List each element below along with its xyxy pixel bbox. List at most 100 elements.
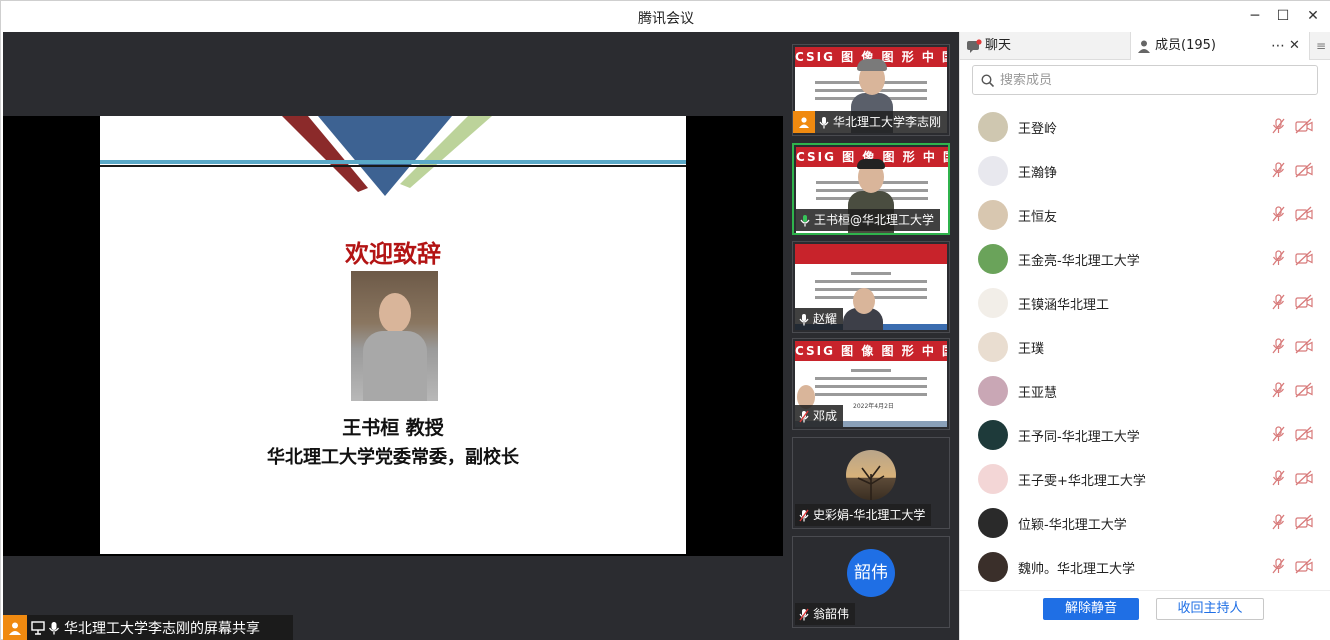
mic-muted-icon[interactable] xyxy=(1272,250,1286,266)
member-row[interactable]: 位颖-华北理工大学 xyxy=(972,501,1322,545)
member-row[interactable]: 魏帅。华北理工大学 xyxy=(972,545,1322,589)
avatar xyxy=(978,200,1008,230)
mic-muted-icon[interactable] xyxy=(1272,338,1286,354)
member-search[interactable] xyxy=(972,65,1318,95)
more-options-icon[interactable]: ⋯ xyxy=(1271,32,1285,60)
camera-off-icon[interactable] xyxy=(1295,250,1313,266)
video-tile[interactable]: CSIG 图 像 图 形 中 国 行 2022年4月2日 邓成 xyxy=(792,338,950,430)
member-name: 王恒友 xyxy=(1018,209,1058,225)
shared-screen: 欢迎致辞 王书桓 教授 华北理工大学党委常委，副校长 xyxy=(3,116,783,556)
member-row[interactable]: 王镆涵华北理工 xyxy=(972,281,1322,325)
maximize-button[interactable]: ☐ xyxy=(1271,6,1295,26)
close-button[interactable]: ✕ xyxy=(1301,6,1325,26)
member-row[interactable]: 王子雯+华北理工大学 xyxy=(972,457,1322,501)
chat-icon xyxy=(967,39,982,53)
camera-off-icon[interactable] xyxy=(1295,338,1313,354)
user-icon xyxy=(793,111,815,133)
video-tile[interactable]: 赵耀 xyxy=(792,241,950,333)
camera-off-icon[interactable] xyxy=(1295,514,1313,530)
mic-muted-icon[interactable] xyxy=(1272,162,1286,178)
close-tab-icon[interactable]: ✕ xyxy=(1289,32,1300,60)
member-row[interactable]: 王金亮-华北理工大学 xyxy=(972,237,1322,281)
member-name: 王璞 xyxy=(1018,341,1045,357)
tile-name-label: 赵耀 xyxy=(795,308,844,330)
screen-share-label: 华北理工大学李志刚的屏幕共享 xyxy=(3,615,293,640)
mic-muted-icon[interactable] xyxy=(1272,382,1286,398)
member-icon xyxy=(1138,40,1150,53)
mic-muted-icon[interactable] xyxy=(1272,294,1286,310)
unmute-all-button[interactable]: 解除静音 xyxy=(1043,598,1139,620)
microphone-active-icon xyxy=(800,214,810,226)
tile-name-label: 邓成 xyxy=(795,405,844,427)
member-name: 王金亮-华北理工大学 xyxy=(1018,253,1140,269)
tile-banner: CSIG 图 像 图 形 中 国 行 xyxy=(795,341,947,361)
mic-muted-icon[interactable] xyxy=(1272,426,1286,442)
camera-off-icon[interactable] xyxy=(1295,426,1313,442)
video-tile[interactable]: CSIG 图 像 图 形 中 国 行 华北理工大学李志刚 xyxy=(792,44,950,136)
member-name: 王镆涵华北理工 xyxy=(1018,297,1110,313)
tile-name-label: 史彩娟-华北理工大学 xyxy=(795,504,932,526)
mic-muted-icon[interactable] xyxy=(1272,206,1286,222)
member-name: 王予同-华北理工大学 xyxy=(1018,429,1140,445)
microphone-icon xyxy=(799,313,809,325)
mic-muted-icon[interactable] xyxy=(1272,470,1286,486)
avatar xyxy=(978,288,1008,318)
title-bar: 腾讯会议 ─ ☐ ✕ xyxy=(1,1,1330,32)
member-name: 王瀚铮 xyxy=(1018,165,1058,181)
speaker-name: 王书桓 教授 xyxy=(342,417,444,439)
search-icon xyxy=(981,73,994,87)
mic-muted-icon[interactable] xyxy=(1272,118,1286,134)
camera-off-icon[interactable] xyxy=(1295,382,1313,398)
member-name: 王子雯+华北理工大学 xyxy=(1018,473,1146,489)
slide-title: 欢迎致辞 xyxy=(345,240,441,268)
member-row[interactable]: 王璞 xyxy=(972,325,1322,369)
side-panel: 聊天 成员(195) ⋯ ✕ ≡ 王登岭王瀚铮王恒友王金亮-华北理工大学王镆涵华… xyxy=(959,32,1330,640)
window-title: 腾讯会议 xyxy=(638,11,694,27)
mic-muted-icon[interactable] xyxy=(1272,514,1286,530)
panel-footer xyxy=(960,590,1330,640)
tile-name-label: 王书桓@华北理工大学 xyxy=(796,209,941,231)
reclaim-host-button[interactable]: 收回主持人 xyxy=(1156,598,1264,620)
video-tile[interactable]: CSIG 图 像 图 形 中 国 行 王书桓@华北理工大学 xyxy=(792,143,950,235)
camera-off-icon[interactable] xyxy=(1295,294,1313,310)
shared-screen-area: 欢迎致辞 王书桓 教授 华北理工大学党委常委，副校长 华北理工大学李志刚的屏幕共… xyxy=(3,32,783,640)
tile-name-label: 华北理工大学李志刚 xyxy=(793,111,948,133)
tab-members[interactable]: 成员(195) ⋯ ✕ xyxy=(1130,32,1310,60)
screen-share-owner: 华北理工大学李志刚的屏幕共享 xyxy=(64,621,260,637)
video-tile[interactable]: 韶伟 翁韶伟 xyxy=(792,536,950,628)
member-row[interactable]: 王登岭 xyxy=(972,105,1322,149)
camera-off-icon[interactable] xyxy=(1295,206,1313,222)
video-strip: CSIG 图 像 图 形 中 国 行 华北理工大学李志刚 CSIG 图 像 图 … xyxy=(783,32,959,640)
search-input[interactable] xyxy=(1000,72,1300,88)
member-row[interactable]: 王恒友 xyxy=(972,193,1322,237)
panel-tabs: 聊天 成员(195) ⋯ ✕ ≡ xyxy=(960,32,1330,60)
panel-menu-icon[interactable]: ≡ xyxy=(1310,32,1330,60)
participant-avatar: 韶伟 xyxy=(847,549,895,597)
microphone-muted-icon xyxy=(799,410,809,422)
speaker-photo xyxy=(351,271,438,401)
presentation-slide: 欢迎致辞 王书桓 教授 华北理工大学党委常委，副校长 xyxy=(100,116,686,554)
speaker-position: 华北理工大学党委常委，副校长 xyxy=(267,447,519,468)
camera-off-icon[interactable] xyxy=(1295,118,1313,134)
slide-divider-blue xyxy=(100,160,686,164)
camera-off-icon[interactable] xyxy=(1295,558,1313,574)
member-name: 魏帅。华北理工大学 xyxy=(1018,561,1136,577)
avatar xyxy=(978,156,1008,186)
tab-chat[interactable]: 聊天 xyxy=(966,32,1011,60)
tile-date: 2022年4月2日 xyxy=(853,403,894,410)
camera-off-icon[interactable] xyxy=(1295,162,1313,178)
microphone-icon xyxy=(819,116,829,128)
member-row[interactable]: 王亚慧 xyxy=(972,369,1322,413)
screen-share-icon xyxy=(31,621,45,635)
avatar xyxy=(978,376,1008,406)
avatar xyxy=(978,420,1008,450)
mic-muted-icon[interactable] xyxy=(1272,558,1286,574)
member-row[interactable]: 王瀚铮 xyxy=(972,149,1322,193)
member-row[interactable]: 王予同-华北理工大学 xyxy=(972,413,1322,457)
minimize-button[interactable]: ─ xyxy=(1243,6,1267,26)
video-tile[interactable]: 史彩娟-华北理工大学 xyxy=(792,437,950,529)
tile-name-label: 翁韶伟 xyxy=(795,603,856,625)
avatar xyxy=(978,508,1008,538)
camera-off-icon[interactable] xyxy=(1295,470,1313,486)
microphone-icon xyxy=(48,622,60,635)
